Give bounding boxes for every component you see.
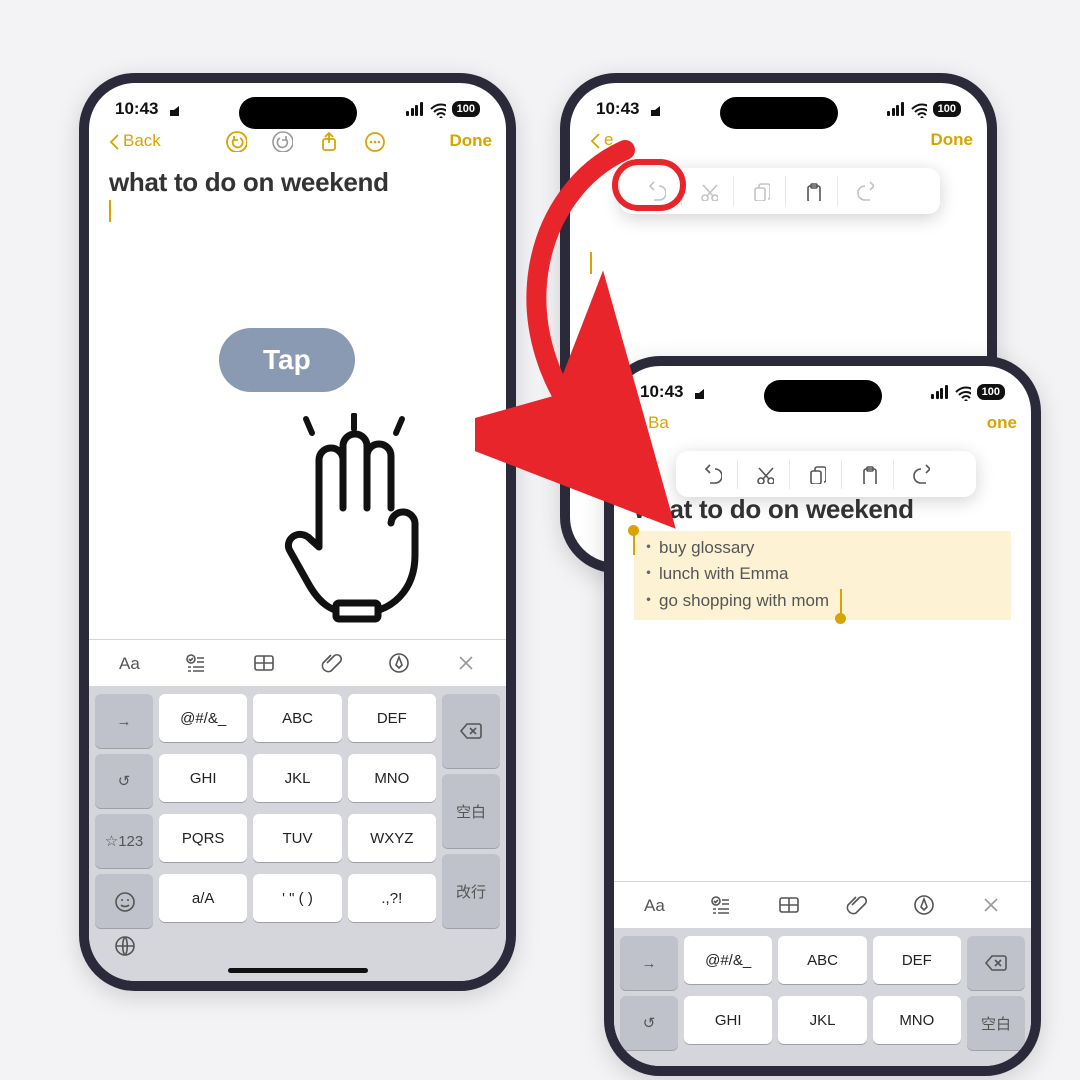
paste-action[interactable] (786, 176, 838, 206)
keyboard: → ↺ ☆123 @#/&_ ABC DEF GHI JKL MNO (89, 686, 506, 981)
markup-button[interactable] (386, 650, 412, 676)
format-bar (614, 881, 1031, 928)
key-def[interactable]: DEF (873, 936, 961, 984)
table-button[interactable] (776, 892, 802, 918)
cut-action[interactable] (738, 459, 790, 489)
format-bar (89, 639, 506, 686)
flow-arrow (475, 130, 695, 550)
key-ghi[interactable]: GHI (159, 754, 247, 802)
key-ghi[interactable]: GHI (684, 996, 772, 1044)
key-tuv[interactable]: TUV (253, 814, 341, 862)
battery-indicator: 100 (977, 384, 1005, 400)
key-quote[interactable]: ' " ( ) (253, 874, 341, 922)
key-jkl[interactable]: JKL (253, 754, 341, 802)
attachment-button[interactable] (843, 892, 869, 918)
edit-toolbar (676, 451, 976, 497)
paste-action[interactable] (842, 459, 894, 489)
key-space[interactable]: 空白 (442, 774, 500, 848)
battery-indicator: 100 (452, 101, 480, 117)
back-button[interactable]: Back (103, 130, 161, 152)
battery-indicator: 100 (933, 101, 961, 117)
attachment-button[interactable] (318, 650, 344, 676)
key-delete[interactable] (442, 694, 500, 768)
list-item: lunch with Emma (640, 561, 1005, 587)
done-button[interactable]: Done (931, 130, 974, 150)
key-abc[interactable]: ABC (778, 936, 866, 984)
redo-action[interactable] (838, 176, 890, 206)
chevron-left-icon (103, 130, 121, 152)
dynamic-island (764, 380, 882, 412)
key-undo[interactable]: ↺ (95, 754, 153, 808)
key-space[interactable]: 空白 (967, 996, 1025, 1050)
undo-button[interactable] (224, 129, 248, 153)
more-button[interactable] (362, 129, 386, 153)
key-punct[interactable]: .,?! (348, 874, 436, 922)
status-time: 10:43 (115, 99, 158, 118)
list-item: go shopping with mom (640, 591, 829, 610)
phone-left: 10:43 100 Back Done what to do on weeken… (79, 73, 516, 991)
close-keyboard-button[interactable] (978, 892, 1004, 918)
checklist-button[interactable] (708, 892, 734, 918)
table-button[interactable] (251, 650, 277, 676)
back-label: Back (123, 131, 161, 151)
status-time: 10:43 (596, 99, 639, 118)
key-undo[interactable]: ↺ (620, 996, 678, 1050)
signal-icon (887, 102, 904, 116)
key-mno[interactable]: MNO (348, 754, 436, 802)
key-wxyz[interactable]: WXYZ (348, 814, 436, 862)
wifi-icon (910, 101, 927, 118)
wifi-icon (429, 101, 446, 118)
text-format-button[interactable] (641, 892, 667, 918)
key-aA[interactable]: a/A (159, 874, 247, 922)
close-keyboard-button[interactable] (453, 650, 479, 676)
dynamic-island (720, 97, 838, 129)
key-tab[interactable]: → (620, 936, 678, 990)
key-sym[interactable]: @#/&_ (159, 694, 247, 742)
home-indicator[interactable] (228, 968, 368, 973)
key-star123[interactable]: ☆123 (95, 814, 153, 868)
globe-button[interactable] (113, 934, 139, 965)
note-title[interactable]: what to do on weekend (89, 161, 506, 200)
wifi-icon (954, 384, 971, 401)
redo-button[interactable] (270, 129, 294, 153)
mute-icon (647, 101, 662, 116)
checklist-button[interactable] (183, 650, 209, 676)
dynamic-island (239, 97, 357, 129)
key-abc[interactable]: ABC (253, 694, 341, 742)
signal-icon (931, 385, 948, 399)
mute-icon (166, 101, 181, 116)
copy-action[interactable] (790, 459, 842, 489)
key-mno[interactable]: MNO (873, 996, 961, 1044)
keyboard: → ↺ @#/&_ ABC DEF GHI JKL MNO (614, 928, 1031, 1066)
done-button[interactable]: one (987, 413, 1017, 433)
key-def[interactable]: DEF (348, 694, 436, 742)
text-format-button[interactable] (116, 650, 142, 676)
signal-icon (406, 102, 423, 116)
key-jkl[interactable]: JKL (778, 996, 866, 1044)
key-tab[interactable]: → (95, 694, 153, 748)
key-enter[interactable]: 改行 (442, 854, 500, 928)
key-delete[interactable] (967, 936, 1025, 990)
redo-action[interactable] (894, 459, 946, 489)
text-cursor (109, 200, 111, 222)
tap-callout: Tap (219, 328, 355, 392)
key-pqrs[interactable]: PQRS (159, 814, 247, 862)
share-button[interactable] (316, 129, 340, 153)
copy-action[interactable] (734, 176, 786, 206)
markup-button[interactable] (911, 892, 937, 918)
key-emoji[interactable] (95, 874, 153, 928)
key-sym[interactable]: @#/&_ (684, 936, 772, 984)
three-finger-tap-icon (274, 413, 434, 623)
